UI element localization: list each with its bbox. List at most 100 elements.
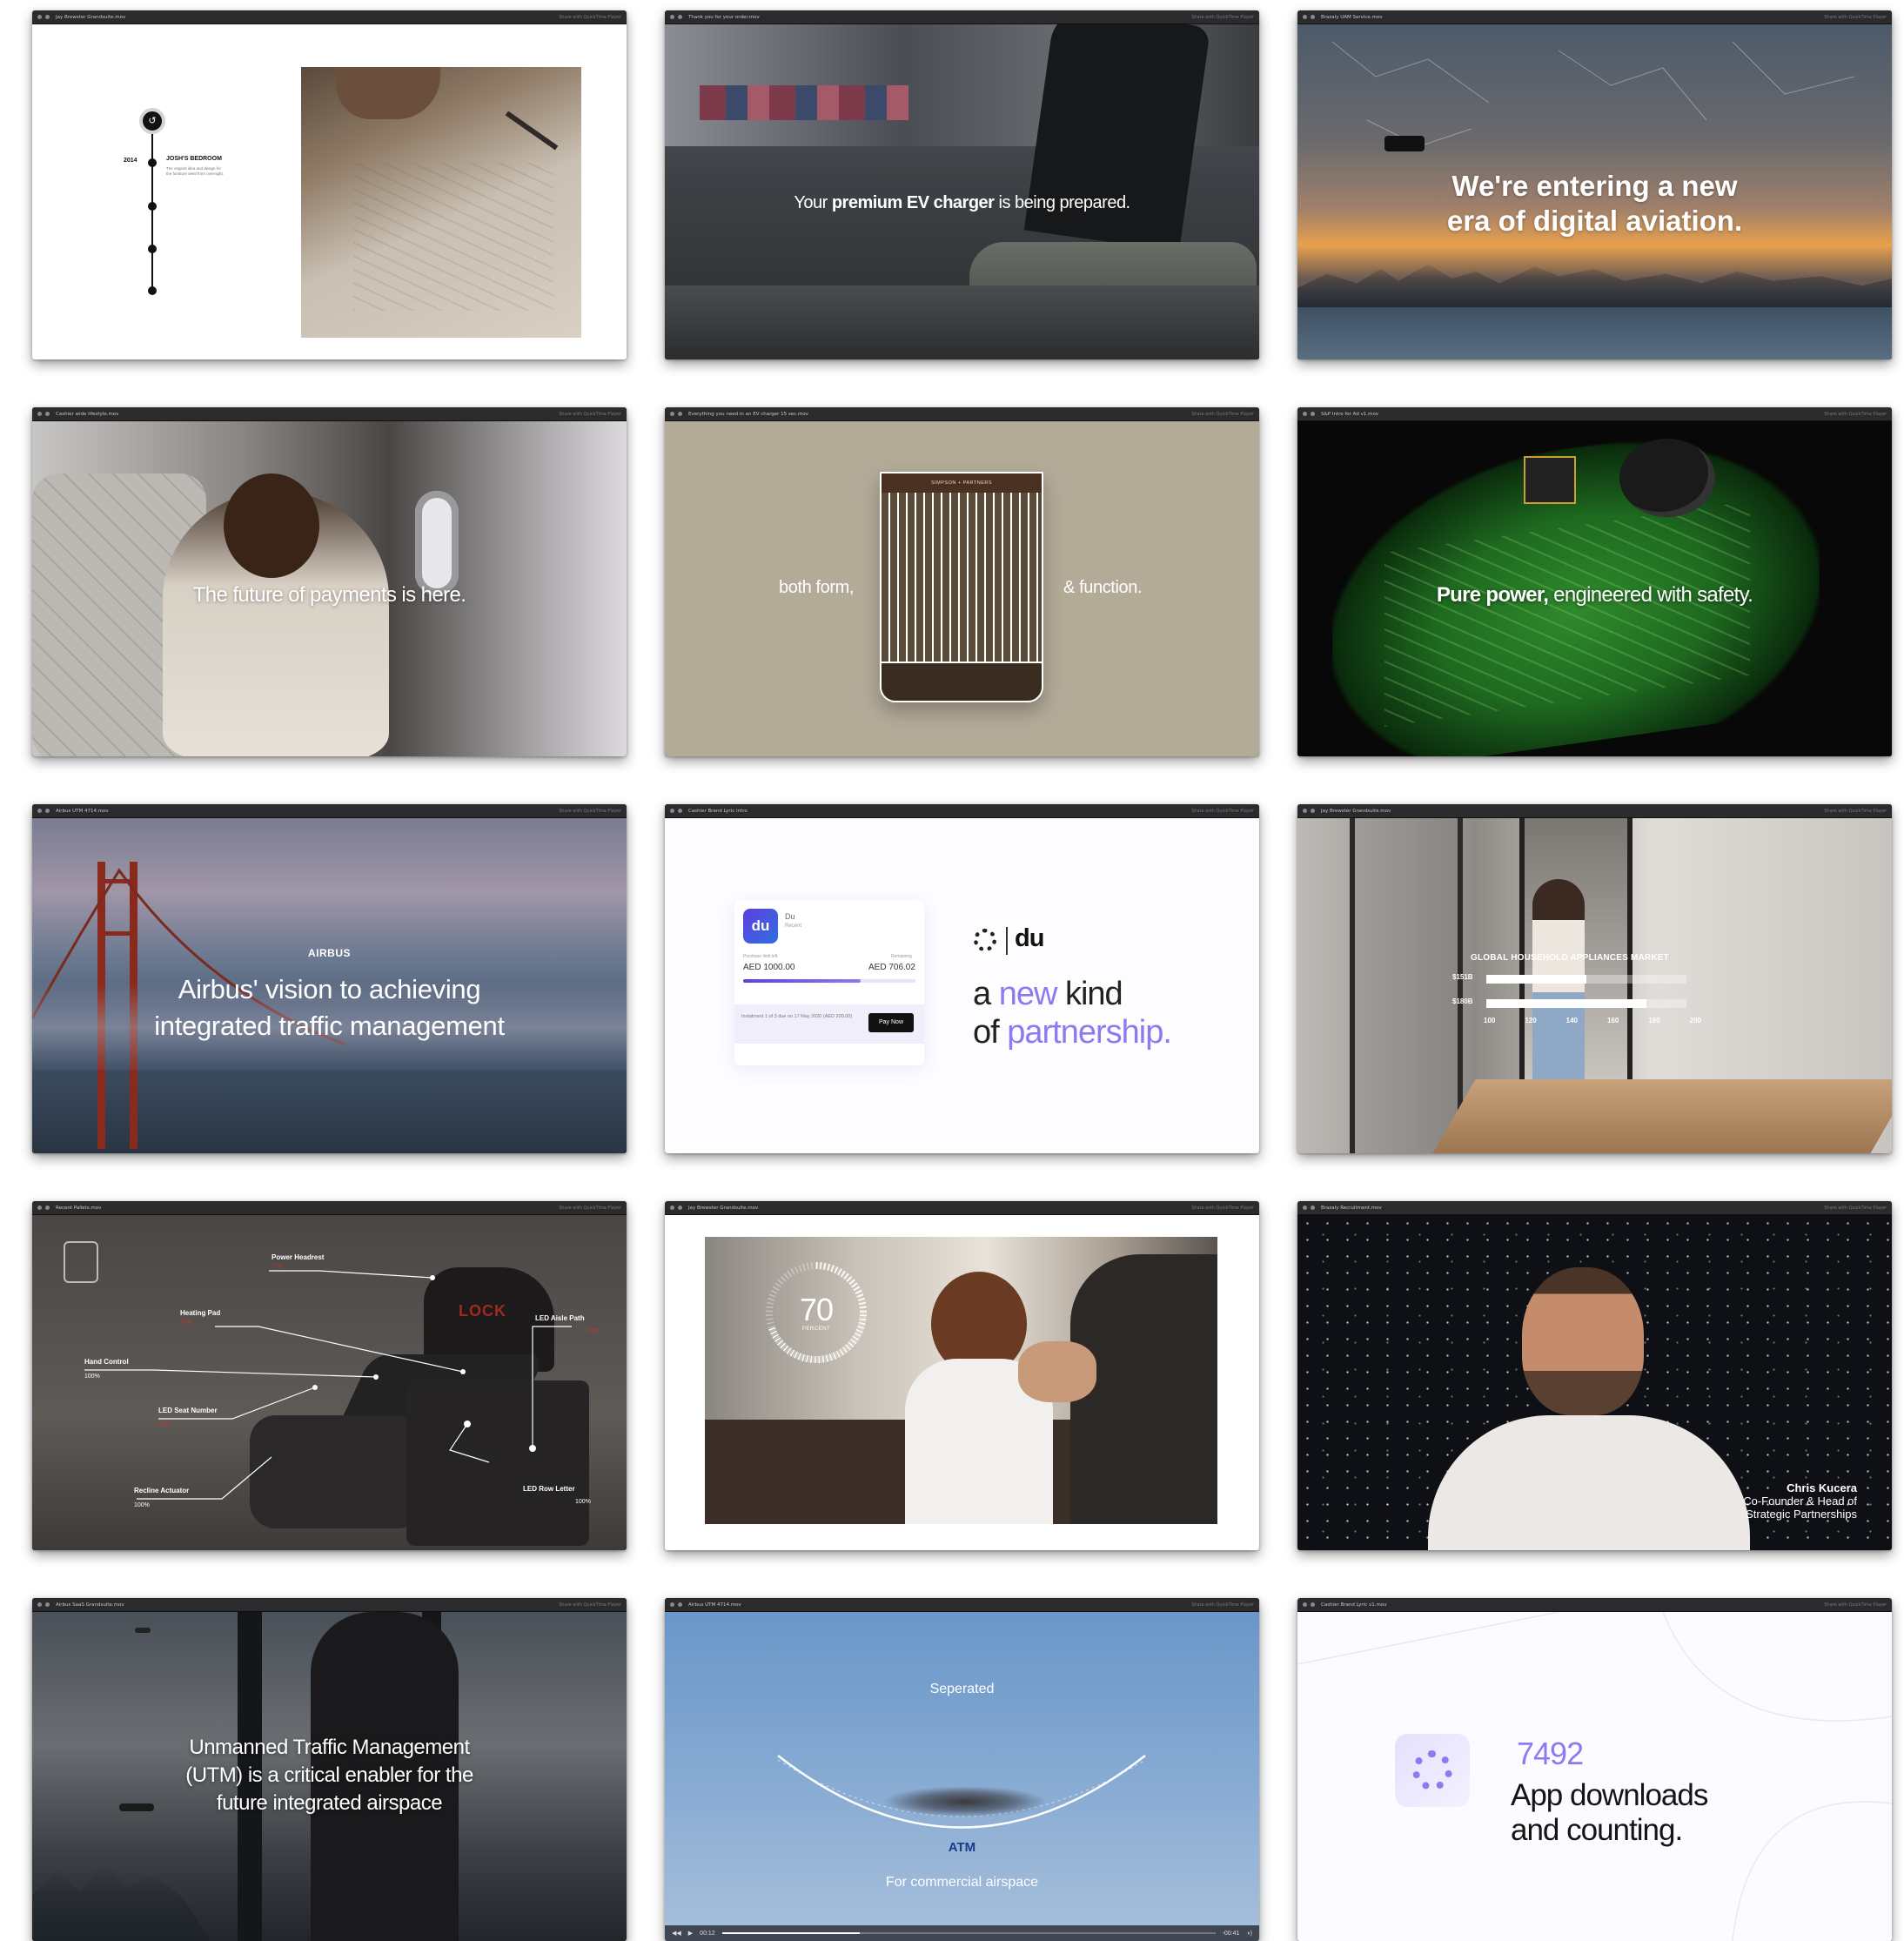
title-bar[interactable]: S&P Intro for Ad v1.mov Share with QuickT… [1297,407,1892,421]
window-13[interactable]: Airbus SaaS Grandsuite.mov Share with Qui… [32,1598,627,1941]
minimize-icon[interactable] [1311,15,1315,19]
title-bar[interactable]: Airbus UTM 4714.mov Share with QuickTime … [665,1598,1259,1612]
close-icon[interactable] [37,1602,42,1607]
window-14[interactable]: Airbus UTM 4714.mov Share with QuickTime … [665,1598,1259,1941]
window-11[interactable]: Jay Brewster Grandsuite.mov Share with Qu… [665,1201,1259,1550]
close-icon[interactable] [37,15,42,19]
title-bar[interactable]: Jay Brewster Grandsuite.mov Share with Qu… [32,10,627,24]
video-frame: LOCK Power Headrest 71% Heating Pad 41% … [32,1215,627,1550]
minimize-icon[interactable] [678,412,682,416]
window-9[interactable]: Jay Brewster Grandsuite.mov Share with Qu… [1297,804,1892,1153]
close-icon[interactable] [670,15,674,19]
background-curves [1297,1612,1892,1941]
close-icon[interactable] [1303,809,1307,813]
player-controls[interactable]: ◀◀ ▶ 00:12 -00:41 ◖) [665,1925,1259,1941]
tagline-new: new [998,976,1058,1012]
share-label[interactable]: Share with QuickTime Player [1824,1206,1887,1211]
window-title: Airbus SaaS Grandsuite.mov [56,1602,124,1608]
share-label[interactable]: Share with QuickTime Player [559,809,621,814]
title-bar[interactable]: Brazaly UAM Service.mov Share with QuickT… [1297,10,1892,24]
window-6[interactable]: S&P Intro for Ad v1.mov Share with QuickT… [1297,407,1892,756]
title-bar[interactable]: Cashier Brand Lyric v1.mov Share with Qui… [1297,1598,1892,1612]
minimize-icon[interactable] [678,15,682,19]
window-5[interactable]: Everything you need in an EV charger 15 … [665,407,1259,756]
minimize-icon[interactable] [1311,1602,1315,1607]
title-bar[interactable]: Everything you need in an EV charger 15 … [665,407,1259,421]
share-label[interactable]: Share with QuickTime Player [1824,412,1887,417]
speaker-role-2: Strategic Partnerships [1746,1508,1857,1521]
title-bar[interactable]: Airbus SaaS Grandsuite.mov Share with Qui… [32,1598,627,1612]
close-icon[interactable] [37,412,42,416]
title-bar[interactable]: Recent Pallets.mov Share with QuickTime P… [32,1201,627,1215]
window-title: Cashier Brand Lyric v1.mov [1321,1602,1387,1608]
share-label[interactable]: Share with QuickTime Player [559,1602,621,1608]
window-7[interactable]: Airbus UTM 4714.mov Share with QuickTime … [32,804,627,1153]
share-label[interactable]: Share with QuickTime Player [559,412,621,417]
close-icon[interactable] [1303,412,1307,416]
share-label[interactable]: Share with QuickTime Player [1824,1602,1887,1608]
title-bar[interactable]: Thank you for your order.mov Share with Q… [665,10,1259,24]
share-label[interactable]: Share with QuickTime Player [1191,809,1254,814]
window-12[interactable]: Brazaly Recruitment.mov Share with QuickT… [1297,1201,1892,1550]
close-icon[interactable] [37,1206,42,1210]
caption-post: is being prepared. [994,193,1131,212]
close-icon[interactable] [1303,15,1307,19]
title-bar[interactable]: Brazaly Recruitment.mov Share with QuickT… [1297,1201,1892,1215]
window-8[interactable]: Cashier Brand Lyric Intro Share with Quic… [665,804,1259,1153]
share-label[interactable]: Share with QuickTime Player [1191,412,1254,417]
close-icon[interactable] [670,1206,674,1210]
minimize-icon[interactable] [678,809,682,813]
title-bar[interactable]: Jay Brewster Grandsuite.mov Share with Qu… [665,1201,1259,1215]
minimize-icon[interactable] [45,412,50,416]
minimize-icon[interactable] [1311,1206,1315,1210]
title-bar[interactable]: Cashier wide lifestyle.mov Share with Qui… [32,407,627,421]
elapsed-time: 00:12 [700,1930,715,1937]
window-title: Jay Brewster Grandsuite.mov [1321,808,1391,814]
caption: Airbus' vision to achieving integrated t… [32,971,627,1044]
close-icon[interactable] [1303,1602,1307,1607]
tagline-a: a [973,976,999,1012]
back-icon[interactable]: ◀◀ [672,1930,681,1937]
minimize-icon[interactable] [678,1602,682,1607]
window-10[interactable]: Recent Pallets.mov Share with QuickTime P… [32,1201,627,1550]
share-label[interactable]: Share with QuickTime Player [1824,809,1887,814]
share-label[interactable]: Share with QuickTime Player [1824,15,1887,20]
window-1[interactable]: Jay Brewster Grandsuite.mov Share with Qu… [32,10,627,359]
caption-bold: premium EV charger [831,193,995,212]
close-icon[interactable] [1303,1206,1307,1210]
minimize-icon[interactable] [1311,412,1315,416]
minimize-icon[interactable] [45,809,50,813]
minimize-icon[interactable] [45,1206,50,1210]
share-label[interactable]: Share with QuickTime Player [1191,1602,1254,1608]
window-4[interactable]: Cashier wide lifestyle.mov Share with Qui… [32,407,627,756]
merchant-sub: Recent [785,923,802,929]
share-label[interactable]: Share with QuickTime Player [1191,1206,1254,1211]
volume-icon[interactable]: ◖) [1246,1931,1252,1937]
share-label[interactable]: Share with QuickTime Player [559,15,621,20]
caption-pre: Your [794,193,832,212]
close-icon[interactable] [670,809,674,813]
video-frame: The future of payments is here. [32,421,627,756]
video-frame: SIMPSON + PARTNERS both form, & function… [665,421,1259,756]
window-3[interactable]: Brazaly UAM Service.mov Share with QuickT… [1297,10,1892,359]
share-label[interactable]: Share with QuickTime Player [559,1206,621,1211]
title-bar[interactable]: Airbus UTM 4714.mov Share with QuickTime … [32,804,627,818]
pay-now-button[interactable]: Pay Now [868,1013,914,1032]
close-icon[interactable] [37,809,42,813]
title-bar[interactable]: Jay Brewster Grandsuite.mov Share with Qu… [1297,804,1892,818]
close-icon[interactable] [670,1602,674,1607]
minimize-icon[interactable] [1311,809,1315,813]
share-label[interactable]: Share with QuickTime Player [1191,15,1254,20]
window-15[interactable]: Cashier Brand Lyric v1.mov Share with Qui… [1297,1598,1892,1941]
video-frame: Your premium EV charger is being prepare… [665,24,1259,359]
minimize-icon[interactable] [45,1602,50,1607]
play-icon[interactable]: ▶ [688,1930,693,1937]
title-bar[interactable]: Cashier Brand Lyric Intro Share with Quic… [665,804,1259,818]
window-2[interactable]: Thank you for your order.mov Share with Q… [665,10,1259,359]
minimize-icon[interactable] [45,15,50,19]
close-icon[interactable] [670,412,674,416]
minimize-icon[interactable] [678,1206,682,1210]
scrubber[interactable] [721,1932,1216,1934]
gauge-value: 70 [799,1292,834,1327]
timeline-node [148,245,157,253]
